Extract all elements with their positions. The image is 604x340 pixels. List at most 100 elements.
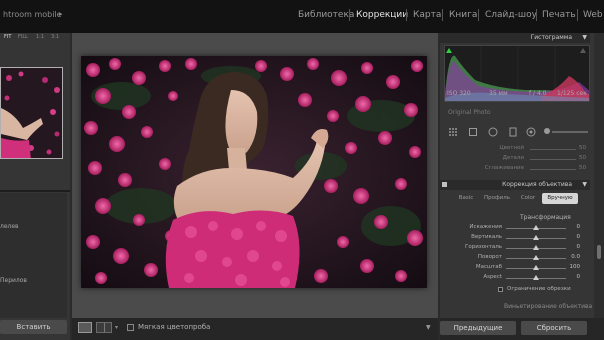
transform-slider-knob[interactable] xyxy=(533,265,539,270)
grid-overlay-icon[interactable] xyxy=(448,127,458,137)
module-slideshow[interactable]: Слайд-шоу xyxy=(485,10,537,20)
constrain-crop-label: Ограничение обрезки xyxy=(507,286,571,292)
right-panel-scrollbar[interactable] xyxy=(594,33,604,318)
app-title: htroom mobile xyxy=(3,10,62,19)
previous-button[interactable]: Предыдущие xyxy=(440,321,516,335)
transform-slider-knob[interactable] xyxy=(533,225,539,230)
before-after-view-button[interactable] xyxy=(96,322,112,333)
transform-row: Aspect 0 xyxy=(444,273,590,283)
toolbar-options-icon[interactable]: ▼ xyxy=(426,324,431,331)
tab-manual[interactable]: Вручную xyxy=(542,193,578,204)
transform-row-value[interactable]: 0 xyxy=(577,274,581,280)
lens-correction-header[interactable]: Коррекция объектива ▼ xyxy=(440,180,590,190)
zoom-3-1[interactable]: 3:1 xyxy=(51,34,59,40)
histogram-header[interactable]: Гистограмма ▼ xyxy=(440,33,590,43)
histogram-title: Гистограмма xyxy=(530,34,572,41)
soft-proofing-label: Мягкая цветопроба xyxy=(138,323,211,331)
zoom-fit[interactable]: FIT xyxy=(4,34,11,40)
module-separator xyxy=(349,9,350,21)
module-library[interactable]: Библиотека xyxy=(298,10,354,20)
hsl-row-value[interactable]: 50 xyxy=(579,145,586,151)
transform-row: Вертикаль 0 xyxy=(444,233,590,243)
transform-slider-knob[interactable] xyxy=(533,235,539,240)
transform-row: Масштаб 100 xyxy=(444,263,590,273)
module-web[interactable]: Web xyxy=(583,10,603,20)
transform-slider-knob[interactable] xyxy=(533,275,539,280)
collapse-icon[interactable]: ▼ xyxy=(582,181,587,188)
develop-tool-strip xyxy=(444,125,590,139)
lens-correction-title: Коррекция объектива xyxy=(502,181,572,188)
app-menu-arrow-icon[interactable]: ▸ xyxy=(59,10,63,18)
spot-removal-icon[interactable] xyxy=(488,127,498,137)
histogram-focal-length: 35 мм xyxy=(489,90,508,97)
histogram-shutter-speed: 1/125 сек xyxy=(557,90,587,97)
transform-row-label: Aspect xyxy=(483,274,502,280)
hsl-row-label: Детали xyxy=(502,155,524,161)
navigator-zoom-options: FIT FILL 1:1 3:1 xyxy=(0,33,70,43)
list-item[interactable]: Перилов xyxy=(0,277,27,284)
hsl-row-value[interactable]: 50 xyxy=(579,155,586,161)
transform-row-label: Масштаб xyxy=(475,264,502,270)
tab-basic[interactable]: Basic xyxy=(454,193,478,204)
module-map[interactable]: Карта xyxy=(413,10,441,20)
transform-row-value[interactable]: 0.0 xyxy=(571,254,580,260)
lens-correction-toggle[interactable] xyxy=(442,182,447,187)
navigator-preview[interactable] xyxy=(0,67,63,159)
hsl-row-value[interactable]: 50 xyxy=(579,165,586,171)
zoom-fill[interactable]: FILL xyxy=(18,34,28,40)
transform-slider-knob[interactable] xyxy=(533,255,539,260)
paste-button[interactable]: Вставить xyxy=(0,320,67,334)
hsl-row-slider[interactable] xyxy=(530,149,576,150)
transform-row-value[interactable]: 0 xyxy=(577,224,581,230)
tab-profile[interactable]: Профиль xyxy=(480,193,514,204)
hsl-row-slider[interactable] xyxy=(530,159,576,160)
transform-section-label: Трансформация xyxy=(520,214,571,221)
module-develop[interactable]: Коррекции xyxy=(356,10,408,20)
transform-row-value[interactable]: 0 xyxy=(577,234,581,240)
view-mode-dropdown-icon[interactable]: ▾ xyxy=(115,324,118,331)
histogram-iso: ISO 320 xyxy=(447,90,471,97)
transform-row-label: Горизонталь xyxy=(464,244,502,250)
hsl-row: Детали 50 xyxy=(444,155,590,163)
module-book[interactable]: Книга xyxy=(449,10,477,20)
radial-filter-icon[interactable] xyxy=(526,127,536,137)
module-print[interactable]: Печать xyxy=(542,10,576,20)
transform-row-value[interactable]: 100 xyxy=(570,264,581,270)
zoom-1-1[interactable]: 1:1 xyxy=(36,34,44,40)
transform-row-label: Искажения xyxy=(469,224,502,230)
reset-button[interactable]: Сбросить xyxy=(521,321,587,335)
module-separator xyxy=(478,9,479,21)
top-bar: htroom mobile ▸ Библиотека Коррекции Кар… xyxy=(0,0,604,33)
lens-vignetting-label: Виньетирование объектива xyxy=(504,303,593,310)
transform-slider-knob[interactable] xyxy=(533,245,539,250)
transform-row-label: Поворот xyxy=(477,254,502,260)
histogram[interactable]: ISO 320 35 мм f / 4.0 1/125 сек xyxy=(444,45,590,102)
crop-icon[interactable] xyxy=(468,127,478,137)
tab-color[interactable]: Color xyxy=(516,193,540,204)
module-separator xyxy=(442,9,443,21)
brush-slider-knob[interactable] xyxy=(544,128,550,134)
main-photo[interactable] xyxy=(81,56,427,288)
graduated-filter-icon[interactable] xyxy=(508,127,518,137)
transform-row: Искажения 0 xyxy=(444,223,590,233)
module-separator xyxy=(577,9,578,21)
photo-canvas-area xyxy=(72,33,438,318)
list-item[interactable]: лелев xyxy=(0,223,19,230)
panel-divider xyxy=(0,190,70,192)
transform-row: Поворот 0.0 xyxy=(444,253,590,263)
soft-proofing-checkbox[interactable] xyxy=(127,324,134,331)
hsl-row-label: Сглаживание xyxy=(484,165,524,171)
lens-correction-tabs: Basic Профиль Color Вручную xyxy=(454,193,578,204)
scrollbar-thumb[interactable] xyxy=(597,245,601,259)
left-panel-list: лелев Перилов xyxy=(0,193,67,318)
module-separator xyxy=(536,9,537,21)
constrain-crop-checkbox[interactable] xyxy=(498,287,503,292)
hsl-row: Сглаживание 50 xyxy=(444,165,590,173)
collapse-icon[interactable]: ▼ xyxy=(582,34,587,41)
hsl-row-slider[interactable] xyxy=(530,169,576,170)
right-panel-footer: Предыдущие Сбросить xyxy=(440,318,604,340)
transform-row: Горизонталь 0 xyxy=(444,243,590,253)
transform-row-value[interactable]: 0 xyxy=(577,244,581,250)
loupe-view-button[interactable] xyxy=(78,322,92,333)
brush-slider-track[interactable] xyxy=(552,131,588,133)
